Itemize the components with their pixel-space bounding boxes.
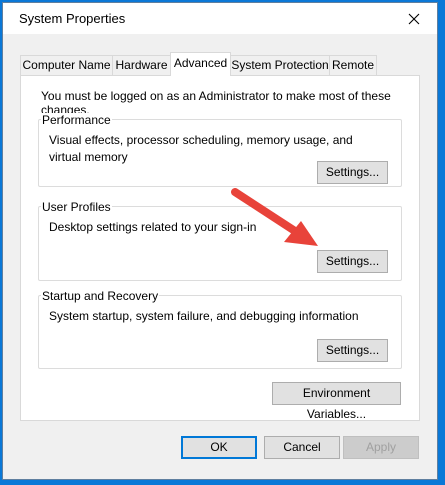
environment-variables-button[interactable]: Environment Variables... — [272, 382, 401, 421]
window-title: System Properties — [19, 11, 126, 26]
close-icon — [408, 13, 420, 24]
ok-button[interactable]: OK — [181, 436, 257, 459]
cancel-button[interactable]: Cancel — [264, 436, 340, 459]
performance-settings-button[interactable]: Settings... — [317, 161, 388, 184]
performance-group: Performance Visual effects, processor sc… — [38, 113, 402, 187]
apply-button[interactable]: Apply — [343, 436, 419, 459]
system-properties-window: System Properties Computer Name Hardware… — [2, 2, 438, 480]
startup-recovery-settings-button[interactable]: Settings... — [317, 339, 388, 362]
tab-remote[interactable]: Remote — [329, 55, 377, 75]
startup-recovery-description: System startup, system failure, and debu… — [49, 309, 359, 323]
tab-system-protection[interactable]: System Protection — [230, 55, 330, 75]
user-profiles-settings-button[interactable]: Settings... — [317, 250, 388, 273]
user-profiles-group: User Profiles Desktop settings related t… — [38, 200, 402, 281]
tab-computer-name[interactable]: Computer Name — [20, 55, 113, 75]
tab-advanced[interactable]: Advanced — [170, 52, 231, 76]
tab-hardware[interactable]: Hardware — [112, 55, 171, 75]
user-profiles-group-label: User Profiles — [41, 200, 112, 214]
startup-recovery-group-label: Startup and Recovery — [41, 289, 160, 303]
advanced-tab-panel: You must be logged on as an Administrato… — [20, 75, 420, 421]
user-profiles-description: Desktop settings related to your sign-in — [49, 220, 257, 234]
title-bar: System Properties — [3, 3, 437, 34]
performance-group-label: Performance — [41, 113, 112, 127]
startup-recovery-group: Startup and Recovery System startup, sys… — [38, 289, 402, 369]
close-button[interactable] — [391, 3, 437, 34]
